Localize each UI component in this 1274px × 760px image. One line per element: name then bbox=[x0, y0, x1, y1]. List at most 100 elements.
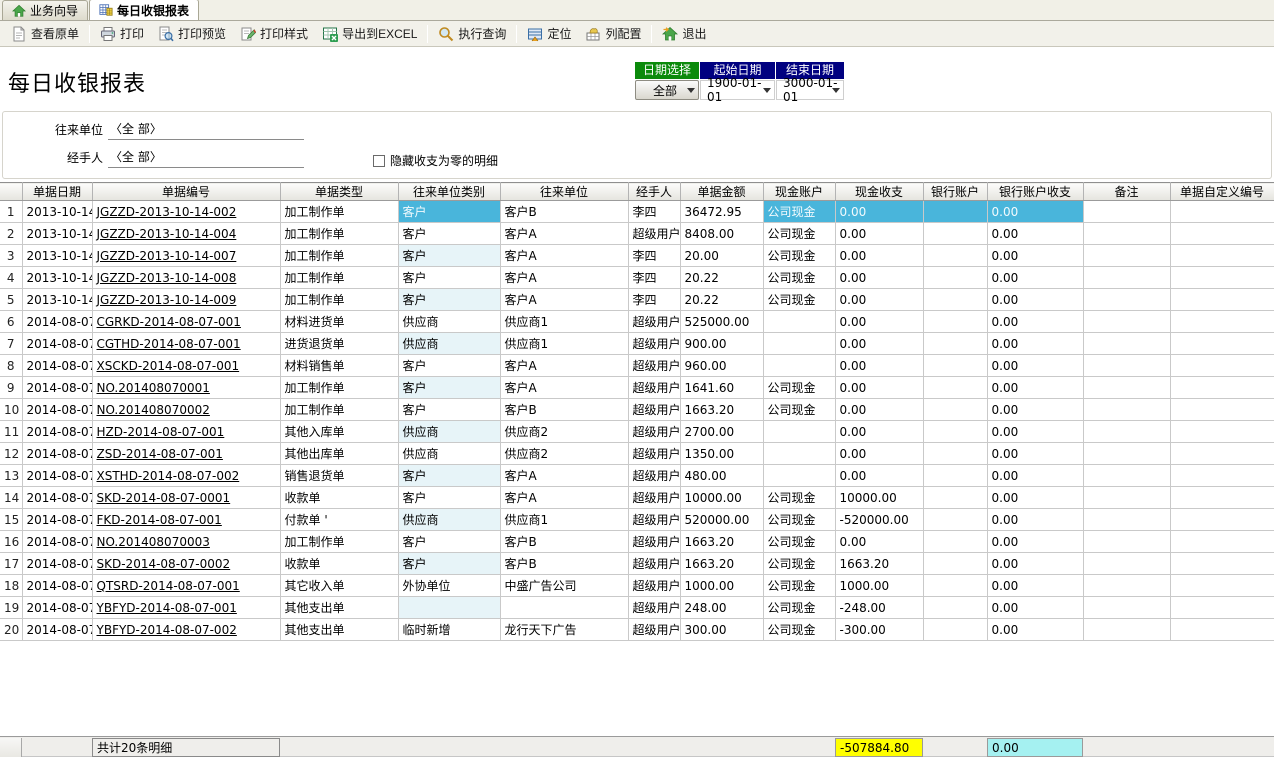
cell-custom-number[interactable] bbox=[1170, 311, 1274, 333]
cell-doc-number[interactable]: SKD-2014-08-07-0001 bbox=[92, 487, 280, 509]
cell-doc-type[interactable]: 其他支出单 bbox=[280, 597, 398, 619]
cell-doc-date[interactable]: 2014-08-07 bbox=[22, 355, 92, 377]
cell-partner-category[interactable]: 供应商 bbox=[398, 443, 500, 465]
cell-handler[interactable]: 超级用户 bbox=[628, 355, 680, 377]
cell-bank-account[interactable] bbox=[923, 619, 987, 641]
cell-doc-number[interactable]: HZD-2014-08-07-001 bbox=[92, 421, 280, 443]
cell-partner[interactable]: 客户A bbox=[500, 487, 628, 509]
cell-partner-category[interactable]: 供应商 bbox=[398, 509, 500, 531]
cell-cash-flow[interactable]: 0.00 bbox=[835, 289, 923, 311]
cell-partner[interactable]: 客户A bbox=[500, 245, 628, 267]
cell-cash-flow[interactable]: 0.00 bbox=[835, 223, 923, 245]
cell-cash-account[interactable]: 公司现金 bbox=[763, 531, 835, 553]
col-header-cash-account[interactable]: 现金账户 bbox=[763, 183, 835, 201]
cell-bank-account[interactable] bbox=[923, 267, 987, 289]
cell-handler[interactable]: 超级用户 bbox=[628, 223, 680, 245]
cell-partner-category[interactable]: 客户 bbox=[398, 377, 500, 399]
col-header-bank-account[interactable]: 银行账户 bbox=[923, 183, 987, 201]
cell-bank-flow[interactable]: 0.00 bbox=[987, 553, 1083, 575]
cell-doc-number[interactable]: JGZZD-2013-10-14-004 bbox=[92, 223, 280, 245]
cell-doc-type[interactable]: 销售退货单 bbox=[280, 465, 398, 487]
cell-doc-number[interactable]: XSCKD-2014-08-07-001 bbox=[92, 355, 280, 377]
cell-note[interactable] bbox=[1083, 553, 1170, 575]
print-button[interactable]: 打印 bbox=[93, 22, 151, 45]
cell-cash-account[interactable]: 公司现金 bbox=[763, 619, 835, 641]
cell-cash-account[interactable]: 公司现金 bbox=[763, 553, 835, 575]
cell-doc-type[interactable]: 加工制作单 bbox=[280, 267, 398, 289]
cell-cash-account[interactable] bbox=[763, 443, 835, 465]
col-header-partner-category[interactable]: 往来单位类别 bbox=[398, 183, 500, 201]
col-header-partner[interactable]: 往来单位 bbox=[500, 183, 628, 201]
cell-doc-date[interactable]: 2014-08-07 bbox=[22, 597, 92, 619]
cell-custom-number[interactable] bbox=[1170, 553, 1274, 575]
cell-doc-date[interactable]: 2014-08-07 bbox=[22, 399, 92, 421]
cell-doc-type[interactable]: 进货退货单 bbox=[280, 333, 398, 355]
cell-handler[interactable]: 超级用户 bbox=[628, 421, 680, 443]
cell-doc-number[interactable]: NO.201408070002 bbox=[92, 399, 280, 421]
cell-note[interactable] bbox=[1083, 465, 1170, 487]
cell-custom-number[interactable] bbox=[1170, 465, 1274, 487]
cell-partner-category[interactable]: 客户 bbox=[398, 289, 500, 311]
cell-bank-flow[interactable]: 0.00 bbox=[987, 267, 1083, 289]
cell-partner[interactable]: 客户B bbox=[500, 553, 628, 575]
view-original-button[interactable]: 查看原单 bbox=[4, 22, 86, 45]
col-header-amount[interactable]: 单据金额 bbox=[680, 183, 763, 201]
cell-doc-type[interactable]: 其他支出单 bbox=[280, 619, 398, 641]
cell-amount[interactable]: 1000.00 bbox=[680, 575, 763, 597]
cell-partner-category[interactable]: 供应商 bbox=[398, 333, 500, 355]
cell-doc-date[interactable]: 2014-08-07 bbox=[22, 487, 92, 509]
cell-bank-flow[interactable]: 0.00 bbox=[987, 443, 1083, 465]
cell-partner[interactable]: 客户A bbox=[500, 377, 628, 399]
cell-custom-number[interactable] bbox=[1170, 443, 1274, 465]
cell-handler[interactable]: 李四 bbox=[628, 267, 680, 289]
cell-custom-number[interactable] bbox=[1170, 487, 1274, 509]
cell-doc-number[interactable]: NO.201408070003 bbox=[92, 531, 280, 553]
cell-note[interactable] bbox=[1083, 311, 1170, 333]
cell-handler[interactable]: 超级用户 bbox=[628, 619, 680, 641]
cell-custom-number[interactable] bbox=[1170, 575, 1274, 597]
col-header-cash-flow[interactable]: 现金收支 bbox=[835, 183, 923, 201]
cell-bank-account[interactable] bbox=[923, 509, 987, 531]
print-preview-button[interactable]: 打印预览 bbox=[151, 22, 233, 45]
cell-doc-type[interactable]: 加工制作单 bbox=[280, 201, 398, 223]
cell-doc-type[interactable]: 加工制作单 bbox=[280, 223, 398, 245]
cell-cash-flow[interactable]: 0.00 bbox=[835, 377, 923, 399]
cell-cash-flow[interactable]: -248.00 bbox=[835, 597, 923, 619]
cell-amount[interactable]: 1350.00 bbox=[680, 443, 763, 465]
cell-doc-number[interactable]: JGZZD-2013-10-14-008 bbox=[92, 267, 280, 289]
cell-note[interactable] bbox=[1083, 487, 1170, 509]
cell-doc-date[interactable]: 2013-10-14 bbox=[22, 201, 92, 223]
cell-partner[interactable]: 中盛广告公司 bbox=[500, 575, 628, 597]
cell-cash-flow[interactable]: 0.00 bbox=[835, 465, 923, 487]
cell-cash-account[interactable] bbox=[763, 311, 835, 333]
col-header-bank-flow[interactable]: 银行账户收支 bbox=[987, 183, 1083, 201]
cell-doc-date[interactable]: 2013-10-14 bbox=[22, 223, 92, 245]
cell-bank-flow[interactable]: 0.00 bbox=[987, 531, 1083, 553]
cell-bank-account[interactable] bbox=[923, 289, 987, 311]
cell-doc-type[interactable]: 付款单 ' bbox=[280, 509, 398, 531]
cell-partner[interactable]: 客户B bbox=[500, 399, 628, 421]
cell-amount[interactable]: 36472.95 bbox=[680, 201, 763, 223]
cell-note[interactable] bbox=[1083, 597, 1170, 619]
cell-amount[interactable]: 1663.20 bbox=[680, 399, 763, 421]
cell-partner-category[interactable]: 客户 bbox=[398, 267, 500, 289]
cell-doc-number[interactable]: YBFYD-2014-08-07-002 bbox=[92, 619, 280, 641]
cell-bank-account[interactable] bbox=[923, 355, 987, 377]
run-query-button[interactable]: 执行查询 bbox=[431, 22, 513, 45]
cell-doc-date[interactable]: 2014-08-07 bbox=[22, 421, 92, 443]
end-date-select[interactable]: 3000-01-01 bbox=[776, 80, 844, 100]
cell-cash-account[interactable]: 公司现金 bbox=[763, 289, 835, 311]
cell-note[interactable] bbox=[1083, 377, 1170, 399]
cell-bank-account[interactable] bbox=[923, 531, 987, 553]
cell-amount[interactable]: 525000.00 bbox=[680, 311, 763, 333]
cell-bank-flow[interactable]: 0.00 bbox=[987, 619, 1083, 641]
cell-doc-number[interactable]: JGZZD-2013-10-14-007 bbox=[92, 245, 280, 267]
cell-doc-date[interactable]: 2014-08-07 bbox=[22, 333, 92, 355]
cell-bank-flow[interactable]: 0.00 bbox=[987, 245, 1083, 267]
cell-custom-number[interactable] bbox=[1170, 531, 1274, 553]
cell-doc-date[interactable]: 2014-08-07 bbox=[22, 311, 92, 333]
cell-partner[interactable]: 客户A bbox=[500, 267, 628, 289]
cell-cash-account[interactable]: 公司现金 bbox=[763, 377, 835, 399]
cell-doc-date[interactable]: 2014-08-07 bbox=[22, 377, 92, 399]
cell-partner-category[interactable]: 客户 bbox=[398, 487, 500, 509]
